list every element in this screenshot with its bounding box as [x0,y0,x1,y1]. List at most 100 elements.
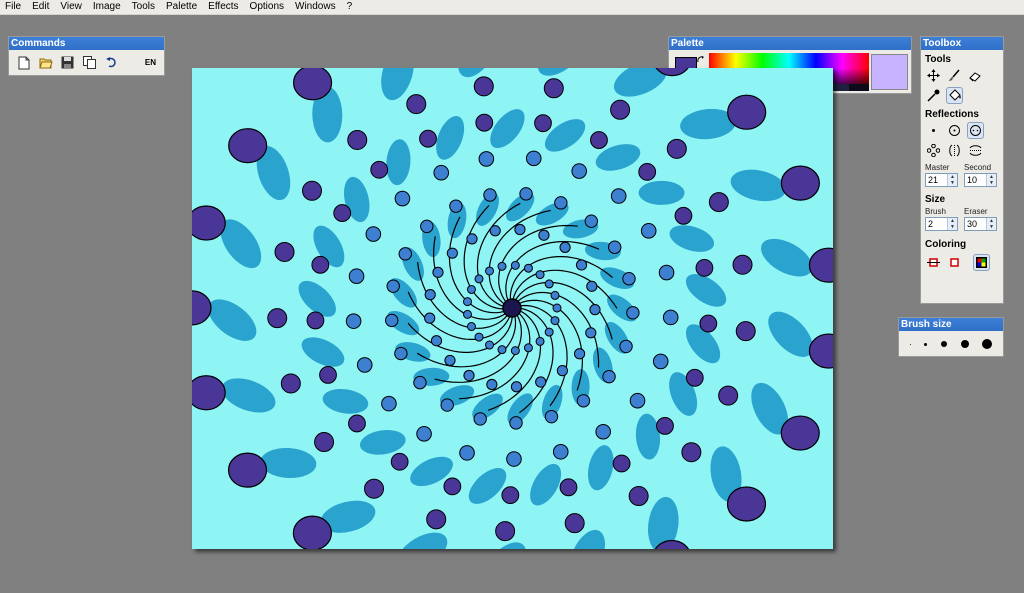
fill-tool-button[interactable] [946,87,963,104]
pattern-dot [473,76,494,97]
reflection-radial-button[interactable] [946,122,963,139]
brush-size-5-button[interactable] [982,339,993,349]
pattern-dot [658,264,675,281]
reflection-radial-mirror-button[interactable] [967,122,984,139]
menu-file[interactable]: File [0,0,27,14]
menu-windows[interactable]: Windows [290,0,342,14]
menu-effects[interactable]: Effects [203,0,244,14]
new-file-button[interactable] [15,54,32,71]
second-spinner[interactable]: 10 ▲ ▼ [964,173,997,187]
brush-size-1-button[interactable] [909,343,911,345]
brush-size-value[interactable]: 2 [926,219,947,229]
second-spinner-arrows[interactable]: ▲ ▼ [986,174,996,186]
pattern-dot [656,417,674,435]
circle-dot-icon [949,125,960,136]
pattern-dot [666,138,687,159]
menu-view[interactable]: View [55,0,88,14]
pattern-dot [544,279,554,289]
brush-spinner-arrows[interactable]: ▲ ▼ [947,218,957,230]
pattern-dot [662,309,679,326]
open-file-button[interactable] [37,54,54,71]
dot-icon [932,129,935,132]
gray-swatch[interactable] [849,84,869,91]
eraser-spinner-arrows[interactable]: ▲ ▼ [986,218,996,230]
mandala-artwork[interactable] [192,68,833,549]
pattern-dot [381,395,397,412]
save-file-button[interactable] [59,54,76,71]
selected-color-preview[interactable] [871,54,908,90]
pattern-dot [501,486,520,505]
master-spinner[interactable]: 21 ▲ ▼ [925,173,958,187]
menu-options[interactable]: Options [245,0,290,14]
pattern-dot [559,241,571,253]
pattern-dot [333,204,352,222]
pattern-dot [523,343,533,353]
second-value[interactable]: 10 [965,175,986,185]
menu-help[interactable]: ? [342,0,359,14]
menu-palette[interactable]: Palette [161,0,203,14]
move-tool-button[interactable] [925,67,942,84]
coloring-outline-button[interactable] [946,254,963,271]
pattern-dot [629,392,646,409]
pattern-dot [571,163,588,179]
menu-edit[interactable]: Edit [27,0,55,14]
pattern-dot [466,322,476,332]
pattern-dot [564,513,585,534]
reflection-horizontal-button[interactable] [967,142,984,159]
pattern-dot [356,357,373,373]
reflection-vertical-button[interactable] [946,142,963,159]
pattern-dot [585,327,597,339]
coloring-fill-outline-button[interactable] [925,254,942,271]
reflection-none-button[interactable] [925,122,942,139]
menu-tools[interactable]: Tools [127,0,161,14]
coloring-gradient-button[interactable] [973,254,990,271]
spinner-down-icon[interactable]: ▼ [948,180,957,186]
commands-title[interactable]: Commands [9,37,164,50]
pattern-dot [413,375,427,390]
brush-size-2-button[interactable] [924,342,928,346]
spinner-down-icon[interactable]: ▼ [948,224,957,230]
pattern-dot [510,346,520,356]
pattern-dot [590,131,608,149]
palette-title[interactable]: Palette [669,37,911,50]
language-indicator[interactable]: EN [145,58,156,67]
undo-button[interactable] [103,54,120,71]
pattern-dot [459,445,475,461]
pattern-dot [495,521,516,542]
master-spinner-arrows[interactable]: ▲ ▼ [947,174,957,186]
pattern-dot [364,478,385,499]
brush-size-title[interactable]: Brush size [899,318,1003,331]
pattern-dot [575,259,588,271]
master-value[interactable]: 21 [926,175,947,185]
brush-size-spinner[interactable]: 2 ▲ ▼ [925,217,958,231]
spinner-down-icon[interactable]: ▼ [987,180,996,186]
center-dot [502,298,522,318]
drawing-canvas[interactable] [192,68,833,549]
pattern-dot [514,223,526,236]
save-icon [61,56,74,69]
outline-icon [950,258,959,267]
pattern-dot [463,309,473,319]
menu-image[interactable]: Image [88,0,127,14]
brush-size-4-button[interactable] [960,340,969,348]
pattern-dot [440,398,454,412]
spinner-down-icon[interactable]: ▼ [987,224,996,230]
eraser-tool-button[interactable] [967,67,984,84]
pattern-dot [550,316,560,326]
pattern-dot [652,353,669,370]
eyedropper-tool-button[interactable] [925,87,942,104]
toolbox-title[interactable]: Toolbox [921,37,1003,50]
pattern-dot [510,260,520,270]
pattern-dot [394,190,411,207]
eraser-size-spinner[interactable]: 30 ▲ ▼ [964,217,997,231]
pattern-dot [510,381,523,393]
reflection-four-button[interactable] [925,142,942,159]
pattern-dot [430,335,443,347]
eraser-size-value[interactable]: 30 [965,219,986,229]
brush-tool-button[interactable] [946,67,963,84]
brush-size-3-button[interactable] [940,341,947,347]
pattern-dot [584,214,599,228]
swap-colors-icon[interactable] [697,56,705,64]
coloring-label: Coloring [925,239,967,250]
copy-button[interactable] [81,54,98,71]
